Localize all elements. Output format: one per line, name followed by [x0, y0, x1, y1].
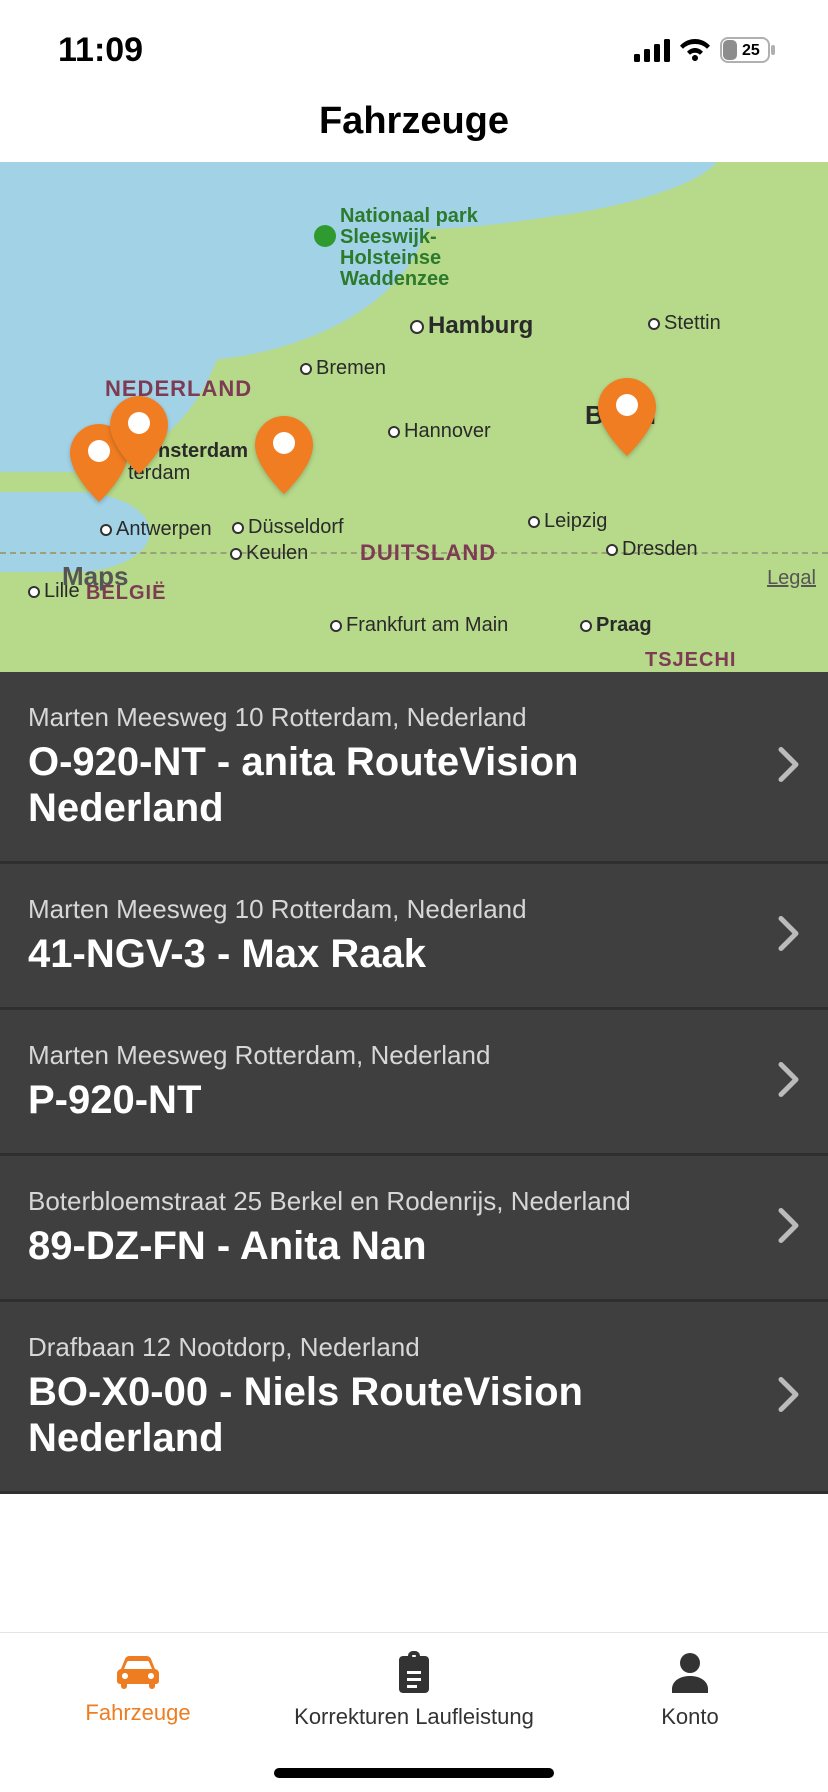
vehicle-address: Boterbloemstraat 25 Berkel en Rodenrijs,… [28, 1186, 648, 1217]
battery-icon: 25 [720, 37, 776, 63]
map-legal-link[interactable]: Legal [767, 567, 816, 590]
vehicle-address: Marten Meesweg Rotterdam, Nederland [28, 1040, 648, 1071]
map-city-bremen: Bremen [300, 357, 386, 380]
vehicle-address: Marten Meesweg 10 Rotterdam, Nederland [28, 894, 648, 925]
map-city-dusseldorf: Düsseldorf [232, 516, 344, 539]
tab-corrections-label: Korrekturen Laufleistung [294, 1704, 534, 1730]
map-park-label: Nationaal park Sleeswijk- Holsteinse Wad… [340, 206, 478, 290]
chevron-right-icon [778, 1376, 800, 1417]
tab-vehicles-label: Fahrzeuge [85, 1700, 190, 1726]
vehicle-title: BO-X0-00 - Niels RouteVision Nederland [28, 1369, 638, 1461]
header: Fahrzeuge [0, 100, 828, 162]
cellular-signal-icon [634, 38, 670, 62]
vehicle-row[interactable]: Boterbloemstraat 25 Berkel en Rodenrijs,… [0, 1156, 828, 1302]
chevron-right-icon [778, 1207, 800, 1248]
vehicle-row[interactable]: Drafbaan 12 Nootdorp, Nederland BO-X0-00 … [0, 1302, 828, 1494]
chevron-right-icon [778, 915, 800, 956]
home-indicator [274, 1768, 554, 1778]
map-city-hannover: Hannover [388, 420, 491, 443]
tab-bar: Fahrzeuge Korrekturen Laufleistung Konto [0, 1632, 828, 1792]
vehicle-title: 89-DZ-FN - Anita Nan [28, 1223, 638, 1269]
map-city-stettin: Stettin [648, 312, 721, 335]
status-time: 11:09 [58, 31, 143, 70]
park-tree-icon [314, 225, 336, 247]
clipboard-icon [395, 1651, 433, 1698]
vehicle-title: 41-NGV-3 - Max Raak [28, 931, 638, 977]
map-city-amsterdam-partial: nsterdam [158, 440, 248, 463]
vehicle-list: Marten Meesweg 10 Rotterdam, Nederland O-… [0, 672, 828, 1632]
tab-account-label: Konto [661, 1704, 719, 1730]
chevron-right-icon [778, 1061, 800, 1102]
tab-vehicles[interactable]: Fahrzeuge [0, 1633, 276, 1792]
map-country-de: DUITSLAND [360, 540, 496, 566]
map-city-leipzig: Leipzig [528, 510, 607, 533]
vehicle-title: O-920-NT - anita RouteVision Nederland [28, 739, 638, 831]
vehicle-title: P-920-NT [28, 1077, 638, 1123]
map[interactable]: Nationaal park Sleeswijk- Holsteinse Wad… [0, 162, 828, 672]
chevron-right-icon [778, 746, 800, 787]
wifi-icon [678, 38, 712, 62]
svg-text:25: 25 [742, 42, 760, 59]
map-pin-icon[interactable] [598, 378, 656, 456]
car-icon [115, 1651, 161, 1694]
vehicle-address: Marten Meesweg 10 Rotterdam, Nederland [28, 702, 648, 733]
map-country-cz: TSJECHI [645, 649, 736, 672]
map-city-frankfurt: Frankfurt am Main [330, 614, 508, 637]
map-city-keulen: Keulen [230, 542, 308, 565]
map-city-antwerpen: Antwerpen [100, 518, 212, 541]
map-pin-icon[interactable] [110, 396, 168, 474]
user-icon [670, 1651, 710, 1698]
map-city-dresden: Dresden [606, 538, 698, 561]
vehicle-address: Drafbaan 12 Nootdorp, Nederland [28, 1332, 648, 1363]
vehicle-row[interactable]: Marten Meesweg Rotterdam, Nederland P-920… [0, 1010, 828, 1156]
map-city-hamburg: Hamburg [410, 312, 533, 340]
status-right: 25 [634, 37, 776, 63]
page-title: Fahrzeuge [319, 100, 509, 143]
tab-account[interactable]: Konto [552, 1633, 828, 1792]
vehicle-row[interactable]: Marten Meesweg 10 Rotterdam, Nederland 41… [0, 864, 828, 1010]
vehicle-row[interactable]: Marten Meesweg 10 Rotterdam, Nederland O-… [0, 672, 828, 864]
map-attribution: Maps [58, 561, 128, 592]
map-pin-icon[interactable] [255, 416, 313, 494]
map-city-praag: Praag [580, 614, 652, 637]
status-bar: 11:09 25 [0, 0, 828, 100]
